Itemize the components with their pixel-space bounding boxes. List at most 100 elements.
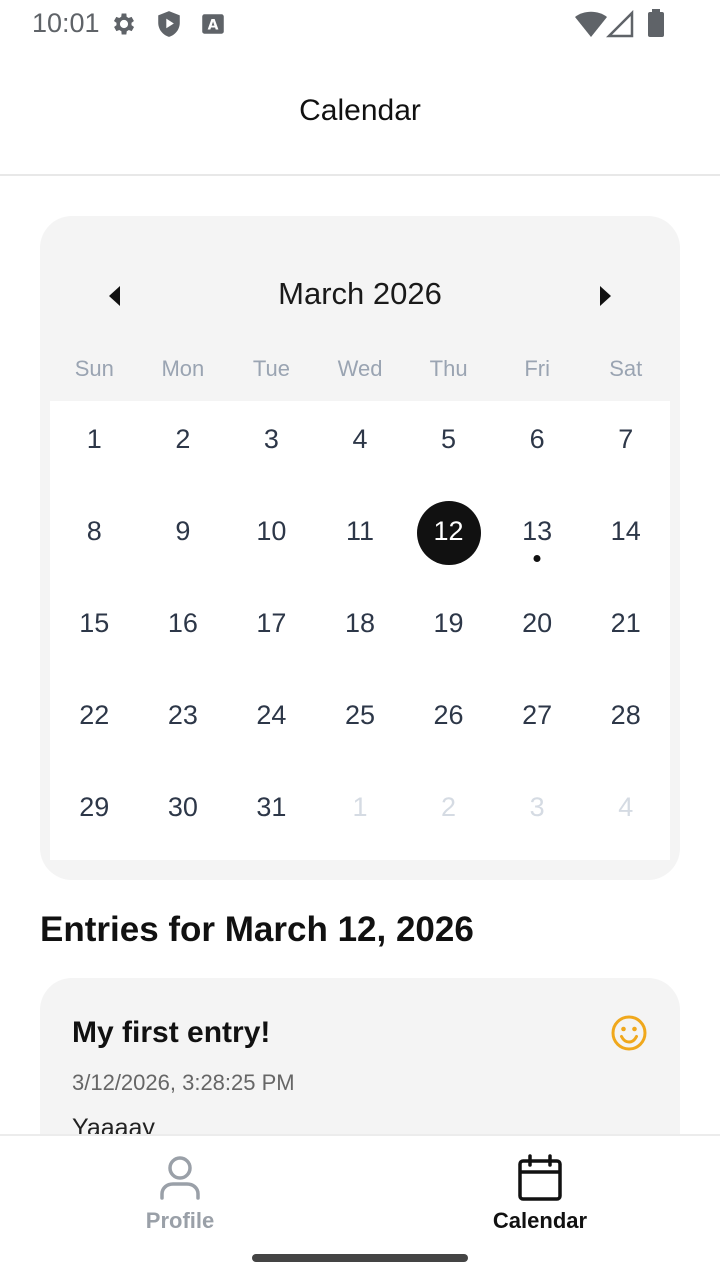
calendar-day[interactable]: 13 (493, 493, 582, 585)
calendar-day[interactable]: 9 (139, 493, 228, 585)
calendar-day-number: 19 (433, 607, 464, 638)
calendar-day[interactable]: 15 (50, 585, 139, 677)
calendar-day-number: 21 (610, 607, 641, 638)
calendar-day-number: 3 (263, 423, 279, 454)
smiley-face-icon (610, 1014, 648, 1057)
entries-heading: Entries for March 12, 2026 (40, 910, 474, 949)
keyboard-a-icon: A (200, 10, 226, 43)
calendar-day-number: 13 (522, 515, 553, 546)
calendar-day-number: 22 (79, 699, 110, 730)
calendar-day[interactable]: 20 (493, 585, 582, 677)
calendar-day-number: 26 (433, 699, 464, 730)
month-label: March 2026 (278, 276, 442, 311)
calendar-day[interactable]: 25 (316, 677, 405, 769)
next-month-button[interactable] (586, 278, 626, 318)
calendar-day-number: 14 (610, 515, 641, 546)
app-header: Calendar (0, 48, 720, 176)
calendar-day[interactable]: 5 (404, 401, 493, 493)
calendar-day-number: 17 (256, 607, 287, 638)
calendar-day-number: 18 (344, 607, 376, 638)
calendar-day-selected[interactable]: 12 (404, 493, 493, 585)
calendar-day[interactable]: 1 (50, 401, 139, 493)
person-icon (158, 1154, 202, 1207)
calendar-day-number: 7 (618, 423, 634, 454)
calendar-day[interactable]: 2 (139, 401, 228, 493)
home-indicator[interactable] (252, 1254, 468, 1262)
weekday-label: Sun (74, 356, 114, 381)
calendar-day-other-month[interactable]: 2 (404, 769, 493, 861)
status-time: 10:01 (32, 8, 100, 38)
calendar-day-other-month[interactable]: 3 (493, 769, 582, 861)
weekday-label: Thu (429, 356, 468, 381)
calendar-day-number: 1 (86, 423, 102, 454)
calendar-day-number: 30 (167, 791, 198, 822)
calendar-day-number: 2 (175, 423, 191, 454)
weekday-label: Wed (337, 356, 383, 381)
calendar-day-number: 15 (79, 607, 110, 638)
calendar-day[interactable]: 16 (139, 585, 228, 677)
calendar-day[interactable]: 28 (581, 677, 670, 769)
calendar-day[interactable]: 17 (227, 585, 316, 677)
calendar-day-number: 12 (433, 515, 464, 546)
calendar-day[interactable]: 21 (581, 585, 670, 677)
calendar-day[interactable]: 4 (316, 401, 405, 493)
calendar-day[interactable]: 3 (227, 401, 316, 493)
calendar-day[interactable]: 27 (493, 677, 582, 769)
triangle-right-icon (598, 284, 614, 313)
calendar-day-number: 2 (441, 791, 457, 822)
calendar-day[interactable]: 7 (581, 401, 670, 493)
calendar-day-other-month[interactable]: 4 (581, 769, 670, 861)
calendar-day-number: 3 (529, 791, 545, 822)
calendar-icon (517, 1154, 563, 1207)
calendar-day[interactable]: 26 (404, 677, 493, 769)
signal-icon (605, 9, 634, 43)
calendar-day-number: 4 (352, 423, 368, 454)
calendar-day-number: 23 (167, 699, 198, 730)
play-protect-icon (156, 10, 182, 43)
tab-calendar-label: Calendar (492, 1208, 588, 1233)
calendar-day-number: 6 (529, 423, 545, 454)
tab-profile-label: Profile (145, 1208, 215, 1233)
svg-text:A: A (208, 17, 219, 33)
calendar-day[interactable]: 14 (581, 493, 670, 585)
wifi-icon (574, 10, 608, 43)
calendar-day-number: 16 (167, 607, 198, 638)
calendar-day-number: 9 (175, 515, 191, 546)
calendar-day-number: 25 (344, 699, 376, 730)
page-title: Calendar (299, 94, 421, 127)
tab-calendar[interactable]: Calendar (360, 1136, 720, 1246)
entry-timestamp: 3/12/2026, 3:28:25 PM (72, 1070, 295, 1095)
calendar-day-number: 11 (345, 515, 374, 546)
entry-title: My first entry! (72, 1016, 271, 1049)
weekday-label: Fri (524, 356, 550, 381)
weekday-header-row: Sun Mon Tue Wed Thu Fri Sat (50, 356, 670, 382)
calendar-day[interactable]: 30 (139, 769, 228, 861)
calendar-day-number: 1 (352, 791, 368, 822)
calendar-day[interactable]: 29 (50, 769, 139, 861)
calendar-day-number: 5 (441, 423, 457, 454)
battery-icon (646, 8, 666, 43)
tab-profile[interactable]: Profile (0, 1136, 360, 1246)
calendar-day-other-month[interactable]: 1 (316, 769, 405, 861)
calendar-day-number: 4 (618, 791, 634, 822)
calendar-day[interactable]: 22 (50, 677, 139, 769)
calendar-day-number: 10 (256, 515, 287, 546)
weekday-label: Tue (252, 356, 290, 381)
calendar-day-number: 27 (522, 699, 553, 730)
calendar-day[interactable]: 10 (227, 493, 316, 585)
calendar-day[interactable]: 19 (404, 585, 493, 677)
calendar-day[interactable]: 18 (316, 585, 405, 677)
weekday-label: Sat (609, 356, 643, 381)
calendar-day[interactable]: 8 (50, 493, 139, 585)
calendar-day[interactable]: 23 (139, 677, 228, 769)
calendar-day[interactable]: 24 (227, 677, 316, 769)
calendar-day[interactable]: 6 (493, 401, 582, 493)
status-bar: 10:01 A (0, 0, 720, 48)
weekday-label: Mon (161, 356, 205, 381)
calendar-day[interactable]: 31 (227, 769, 316, 861)
calendar-day-number: 28 (610, 699, 641, 730)
calendar-day-number: 31 (256, 791, 287, 822)
settings-icon (110, 10, 138, 43)
calendar-day[interactable]: 11 (316, 493, 405, 585)
calendar-day-number: 20 (522, 607, 553, 638)
